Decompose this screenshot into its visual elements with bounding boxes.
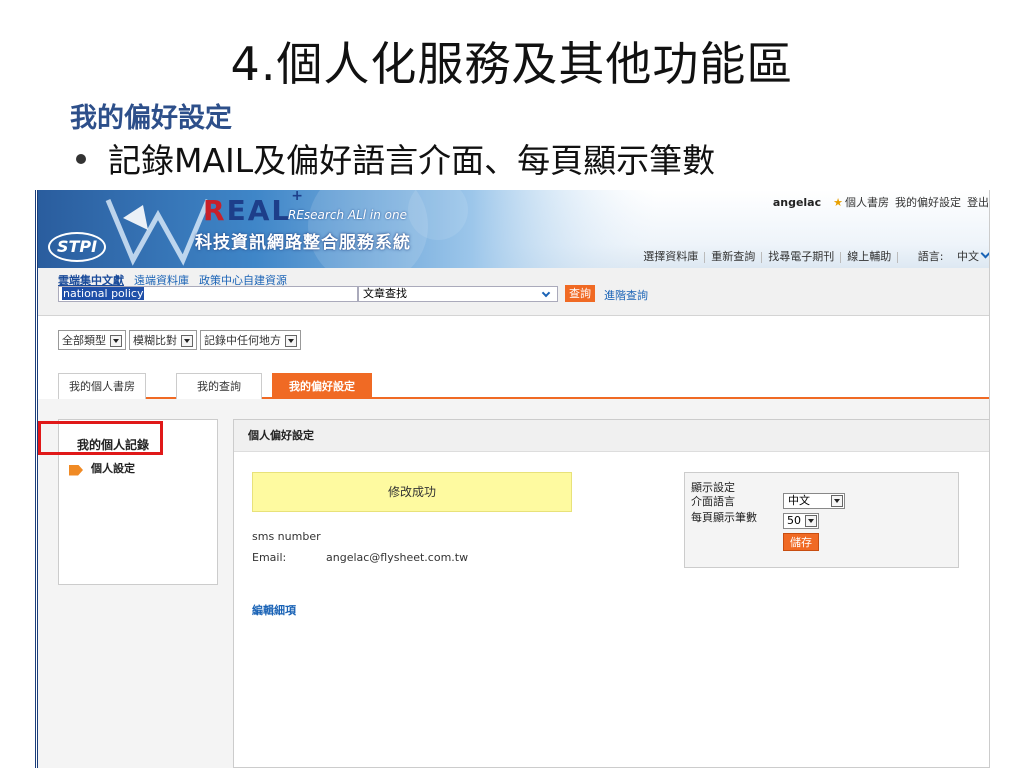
lang-select[interactable]: 中文 — [957, 250, 979, 263]
link-select-db[interactable]: 選擇資料庫 — [643, 250, 698, 263]
search-button[interactable]: 查詢 — [565, 285, 595, 302]
dropdown-icon — [110, 335, 122, 347]
embedded-screenshot: STPI REAL+ REsearch ALl in one 科技資訊網路整合服… — [35, 190, 990, 768]
link-new-search[interactable]: 重新查詢 — [711, 250, 755, 263]
email-label: Email: — [252, 551, 287, 564]
highlight-box — [38, 421, 163, 455]
link-personal-library[interactable]: 個人書房 — [845, 196, 889, 209]
slide-title: 4.個人化服務及其他功能區 — [230, 37, 794, 91]
filter-type[interactable]: 全部類型 — [58, 330, 126, 350]
filter-location[interactable]: 記錄中任何地方 — [200, 330, 301, 350]
main-tabs: 我的個人書房 我的查詢 我的偏好設定 — [58, 373, 989, 399]
rows-per-page-select[interactable]: 50 — [783, 513, 819, 529]
edit-details-link[interactable]: 編輯細項 — [252, 602, 296, 618]
slide-bullet-text: 記錄MAIL及偏好語言介面、每頁顯示筆數 — [108, 141, 716, 180]
link-preferences[interactable]: 我的偏好設定 — [895, 196, 961, 209]
filter-match[interactable]: 模糊比對 — [129, 330, 197, 350]
field-select[interactable]: 文章查找 — [358, 286, 558, 302]
interface-language-select[interactable]: 中文 — [783, 493, 845, 509]
link-find-ejournal[interactable]: 找尋電子期刊 — [768, 250, 834, 263]
success-message: 修改成功 — [252, 472, 572, 512]
filter-bar: 全部類型 模糊比對 記錄中任何地方 — [58, 330, 304, 350]
site-banner: STPI REAL+ REsearch ALl in one 科技資訊網路整合服… — [38, 190, 989, 268]
system-name: 科技資訊網路整合服務系統 — [195, 233, 411, 253]
rows-per-page-label: 每頁顯示筆數 — [691, 511, 757, 524]
email-value: angelac@flysheet.com.tw — [326, 551, 469, 564]
display-settings-box: 顯示設定 介面語言 每頁顯示筆數 中文 50 儲存 — [684, 472, 959, 568]
slide-subtitle: 我的偏好設定 — [70, 103, 232, 134]
link-online-help[interactable]: 線上輔助 — [847, 250, 891, 263]
tab-my-search[interactable]: 我的查詢 — [176, 373, 262, 399]
username: angelac — [772, 196, 822, 209]
dropdown-icon — [831, 495, 843, 507]
arrow-right-icon — [69, 464, 83, 476]
stpi-logo: STPI — [48, 232, 106, 262]
chevron-down-icon — [541, 288, 551, 298]
dropdown-icon — [181, 335, 193, 347]
tab-preferences[interactable]: 我的偏好設定 — [272, 373, 372, 399]
interface-language-label: 介面語言 — [691, 495, 735, 508]
content-area: 我的個人記錄 個人設定 個人偏好設定 修改成功 sms number Email… — [38, 399, 989, 768]
slide-bullet: 記錄MAIL及偏好語言介面、每頁顯示筆數 — [76, 134, 715, 182]
lang-label: 語言: — [917, 250, 944, 263]
chevron-down-icon[interactable] — [980, 248, 989, 259]
sidebar-item-personal-settings[interactable]: 個人設定 — [69, 460, 135, 476]
panel-title: 個人偏好設定 — [234, 420, 989, 452]
link-logout[interactable]: 登出 — [967, 196, 989, 209]
advanced-search-link[interactable]: 進階查詢 — [604, 287, 648, 303]
tab-personal-library[interactable]: 我的個人書房 — [58, 373, 146, 399]
logo-tagline: REsearch ALl in one — [288, 208, 407, 222]
top-nav: 選擇資料庫 重新查詢 找尋電子期刊 線上輔助 語言: 中文 — [643, 248, 989, 264]
dropdown-icon — [805, 515, 817, 527]
search-bar: 雲端集中文獻 遠端資料庫 政策中心自建資源 national policy 文章查找… — [38, 268, 989, 316]
user-links: angelac ★ 個人書房 我的偏好設定 登出 — [767, 194, 989, 210]
preferences-panel: 個人偏好設定 修改成功 sms number Email: angelac@fl… — [233, 419, 989, 768]
dropdown-icon — [285, 335, 297, 347]
sms-label: sms number — [252, 530, 321, 543]
save-button[interactable]: 儲存 — [783, 533, 819, 551]
bullet-icon — [76, 153, 86, 164]
star-icon: ★ — [833, 196, 843, 209]
search-input[interactable]: national policy — [58, 286, 358, 302]
